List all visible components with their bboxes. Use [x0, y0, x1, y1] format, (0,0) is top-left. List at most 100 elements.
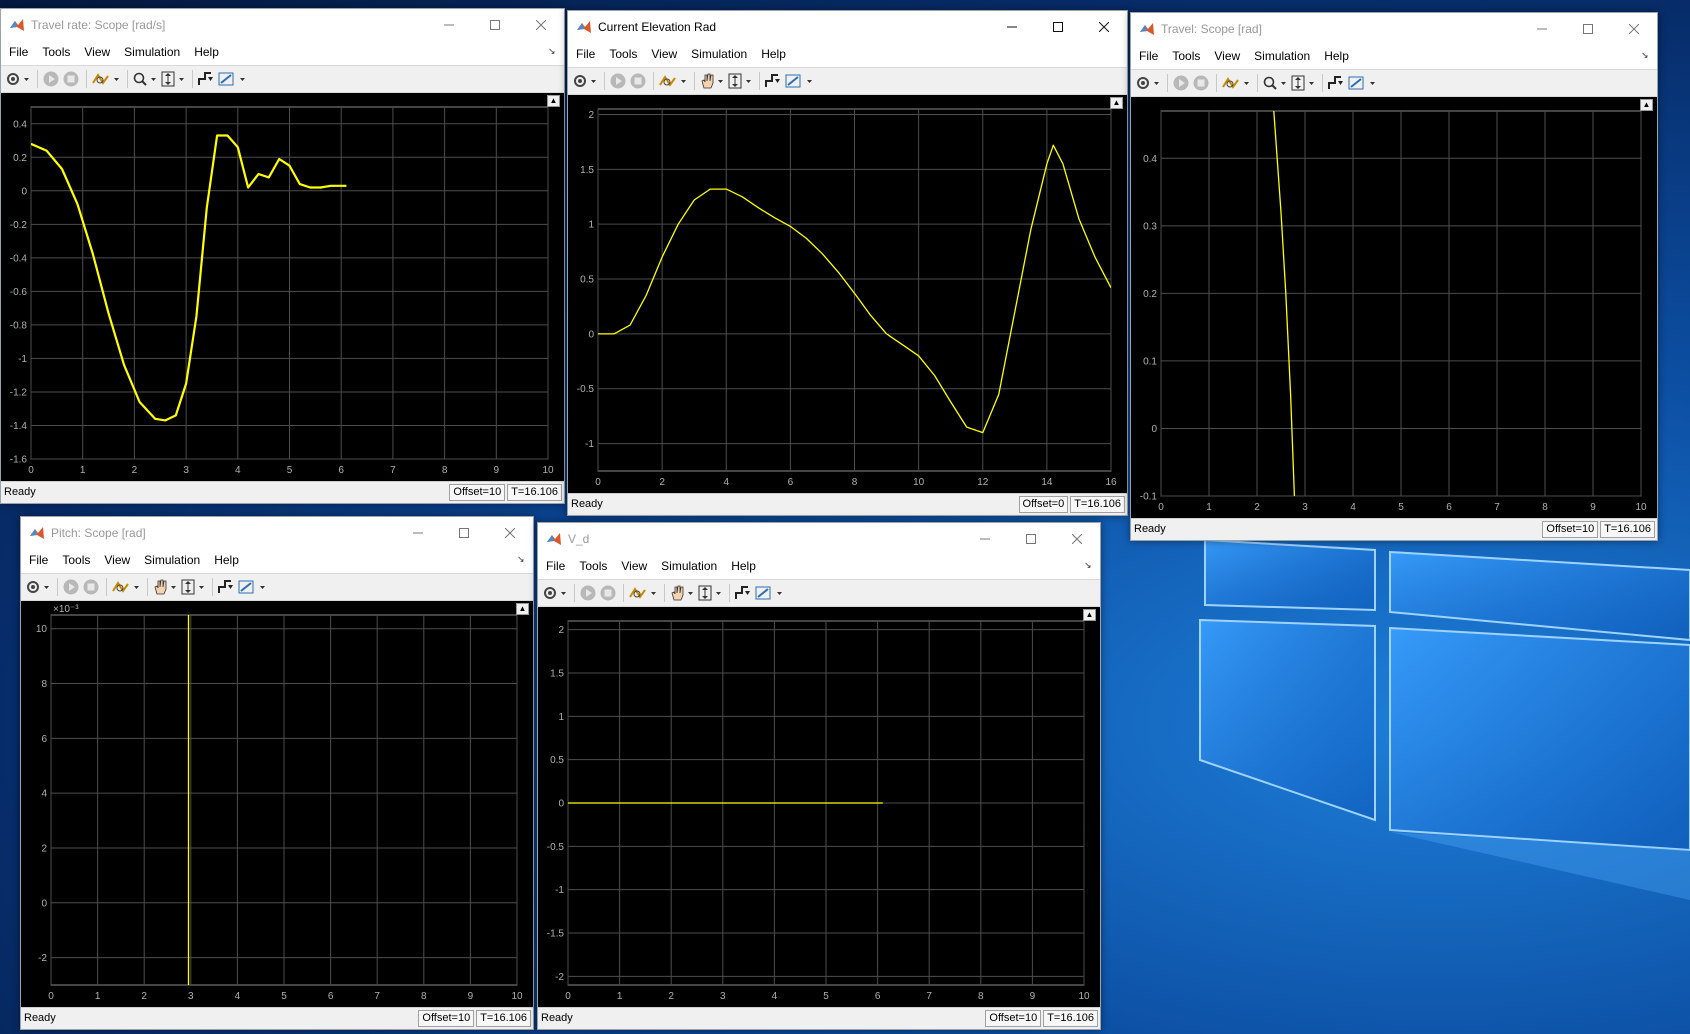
minimize-button[interactable]	[1519, 13, 1565, 45]
menu-tools[interactable]: Tools	[1172, 49, 1200, 63]
measurements-icon[interactable]	[784, 71, 814, 91]
menu-view[interactable]: View	[621, 559, 647, 573]
undock-arrow-icon[interactable]: ↘	[548, 47, 556, 56]
menu-simulation[interactable]: Simulation	[124, 45, 180, 59]
run-icon[interactable]	[1172, 73, 1190, 93]
menu-simulation[interactable]: Simulation	[661, 559, 717, 573]
settings-gear-icon[interactable]	[25, 577, 51, 597]
menu-simulation[interactable]: Simulation	[1254, 49, 1310, 63]
trigger-icon[interactable]	[217, 577, 235, 597]
signal-selector-icon[interactable]	[628, 583, 658, 603]
stop-icon[interactable]	[599, 583, 617, 603]
scope-window-pitch[interactable]: Pitch: Scope [rad] File Tools View Simul…	[20, 516, 534, 1030]
menu-help[interactable]: Help	[194, 45, 219, 59]
plot-area[interactable]: ▲ 0 1 2 3 4 5 6 7 8 9 10 -0.1 0 0.1 0.2 0.3 0.4	[1131, 97, 1657, 518]
title-bar[interactable]: V_d	[538, 523, 1100, 555]
close-button[interactable]	[1054, 523, 1100, 555]
close-button[interactable]	[487, 517, 533, 549]
trigger-icon[interactable]	[1327, 73, 1345, 93]
scope-window-travel[interactable]: Travel: Scope [rad] File Tools View Simu…	[1130, 12, 1658, 541]
pan-hand-icon[interactable]	[699, 71, 725, 91]
maximize-button[interactable]	[441, 517, 487, 549]
autoscale-icon[interactable]	[180, 577, 206, 597]
undock-axes-icon[interactable]: ▲	[1640, 99, 1653, 111]
undock-arrow-icon[interactable]: ↘	[1641, 51, 1649, 60]
settings-gear-icon[interactable]	[1135, 73, 1161, 93]
scope-chart[interactable]: 0 1 2 3 4 5 6 7 8 9 10 -1.6 -1.4 -1.2 -1 -0.8 -0.6 -0.4 -0…	[1, 93, 564, 481]
undock-axes-icon[interactable]: ▲	[1083, 609, 1096, 621]
undock-arrow-icon[interactable]: ↘	[517, 555, 525, 564]
title-bar[interactable]: Travel: Scope [rad]	[1131, 13, 1657, 45]
menu-tools[interactable]: Tools	[579, 559, 607, 573]
scope-chart[interactable]: 0 2 4 6 8 10 12 14 16 -1 -0.5 0 0.5 1 1.5 2	[568, 95, 1127, 493]
scope-chart[interactable]: 0 1 2 3 4 5 6 7 8 9 10 -2 0 2 4 6 8 10 ×10⁻³	[21, 601, 533, 1007]
settings-gear-icon[interactable]	[572, 71, 598, 91]
trigger-icon[interactable]	[764, 71, 782, 91]
maximize-button[interactable]	[1008, 523, 1054, 555]
menu-view[interactable]: View	[84, 45, 110, 59]
measurements-icon[interactable]	[237, 577, 267, 597]
menu-file[interactable]: File	[9, 45, 28, 59]
maximize-button[interactable]	[472, 9, 518, 41]
pan-hand-icon[interactable]	[669, 583, 695, 603]
autoscale-icon[interactable]	[160, 69, 186, 89]
signal-selector-icon[interactable]	[91, 69, 121, 89]
scope-window-travel-rate[interactable]: Travel rate: Scope [rad/s] File Tools Vi…	[0, 8, 565, 504]
settings-gear-icon[interactable]	[542, 583, 568, 603]
measurements-icon[interactable]	[1347, 73, 1377, 93]
autoscale-icon[interactable]	[1290, 73, 1316, 93]
trigger-icon[interactable]	[734, 583, 752, 603]
measurements-icon[interactable]	[754, 583, 784, 603]
autoscale-icon[interactable]	[697, 583, 723, 603]
scope-window-elevation[interactable]: Current Elevation Rad File Tools View Si…	[567, 10, 1128, 516]
stop-icon[interactable]	[629, 71, 647, 91]
minimize-button[interactable]	[395, 517, 441, 549]
menu-view[interactable]: View	[1214, 49, 1240, 63]
menu-tools[interactable]: Tools	[609, 47, 637, 61]
menu-simulation[interactable]: Simulation	[691, 47, 747, 61]
menu-tools[interactable]: Tools	[62, 553, 90, 567]
settings-gear-icon[interactable]	[5, 69, 31, 89]
scope-chart[interactable]: 0 1 2 3 4 5 6 7 8 9 10 -2 -1.5 -1 -0.5 0 0.5 1 1.5 2	[538, 607, 1100, 1007]
undock-arrow-icon[interactable]: ↘	[1084, 561, 1092, 570]
menu-file[interactable]: File	[576, 47, 595, 61]
run-icon[interactable]	[62, 577, 80, 597]
menu-help[interactable]: Help	[761, 47, 786, 61]
menu-file[interactable]: File	[1139, 49, 1158, 63]
scope-window-v-d[interactable]: V_d File Tools View Simulation Help ↘ ▲ …	[537, 522, 1101, 1030]
menu-tools[interactable]: Tools	[42, 45, 70, 59]
scope-chart[interactable]: 0 1 2 3 4 5 6 7 8 9 10-0.100.10.20.30.4	[1131, 97, 1657, 518]
trigger-icon[interactable]	[197, 69, 215, 89]
minimize-button[interactable]	[989, 11, 1035, 43]
zoom-icon[interactable]	[132, 69, 158, 89]
plot-area[interactable]: ▲ 0 2 4 6 8 10 12 14 16 -1 -0.5 0 0.5 1 1.5 2	[568, 95, 1127, 493]
menu-simulation[interactable]: Simulation	[144, 553, 200, 567]
stop-icon[interactable]	[62, 69, 80, 89]
undock-axes-icon[interactable]: ▲	[547, 95, 560, 107]
signal-selector-icon[interactable]	[111, 577, 141, 597]
undock-axes-icon[interactable]: ▲	[1110, 97, 1123, 109]
run-icon[interactable]	[579, 583, 597, 603]
measurements-icon[interactable]	[217, 69, 247, 89]
stop-icon[interactable]	[82, 577, 100, 597]
menu-file[interactable]: File	[29, 553, 48, 567]
menu-help[interactable]: Help	[214, 553, 239, 567]
maximize-button[interactable]	[1035, 11, 1081, 43]
pan-hand-icon[interactable]	[152, 577, 178, 597]
plot-area[interactable]: ▲ 0 1 2 3 4 5 6 7 8 9 10 -1.6 -1.4 -1.2 -1 -0.8 -0.6 -0.4…	[1, 93, 564, 481]
close-button[interactable]	[1081, 11, 1127, 43]
maximize-button[interactable]	[1565, 13, 1611, 45]
plot-area[interactable]: ▲ 0 1 2 3 4 5 6 7 8 9 10 -2 0 2 4 6 8 10 ×10⁻³	[21, 601, 533, 1007]
title-bar[interactable]: Pitch: Scope [rad]	[21, 517, 533, 549]
close-button[interactable]	[1611, 13, 1657, 45]
run-icon[interactable]	[42, 69, 60, 89]
autoscale-icon[interactable]	[727, 71, 753, 91]
title-bar[interactable]: Current Elevation Rad	[568, 11, 1127, 43]
zoom-icon[interactable]	[1262, 73, 1288, 93]
signal-selector-icon[interactable]	[1221, 73, 1251, 93]
undock-axes-icon[interactable]: ▲	[516, 603, 529, 615]
close-button[interactable]	[518, 9, 564, 41]
minimize-button[interactable]	[962, 523, 1008, 555]
menu-file[interactable]: File	[546, 559, 565, 573]
minimize-button[interactable]	[426, 9, 472, 41]
